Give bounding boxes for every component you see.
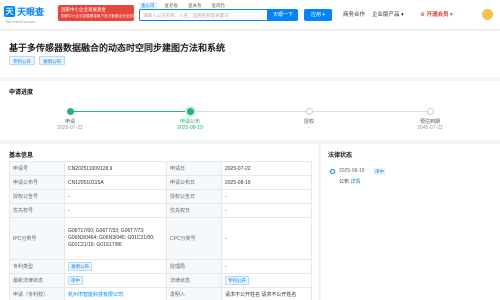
cell-value: - [64, 203, 167, 218]
step-label-grant: 授权 [303, 119, 314, 125]
timeline-detail-link[interactable]: 详情 [350, 179, 360, 185]
cell-value: CN202511009128.9 [64, 161, 167, 176]
step-dot-publish [187, 108, 194, 115]
cell-value: 2025-07-22 [221, 161, 312, 176]
table-row: 优先权号 - 优先权日 - [9, 203, 312, 218]
logo[interactable]: 天 天眼查 TianYanCha.com [4, 4, 44, 26]
cell-key: 申请号 [9, 161, 65, 176]
step-label-publish: 申请公布 [179, 119, 200, 125]
cell-key: 授权公告日 [166, 189, 222, 204]
step-label-expire: 预估到期 [419, 119, 440, 125]
step-date-publish: 2025-08-19 [177, 125, 203, 131]
cell-value: 杭州市智能科技有限公司 [64, 287, 167, 300]
cell-value: - [221, 259, 312, 274]
table-row: 申请公布号 CN120510315A 申请公布日 2025-08-19 [9, 175, 312, 190]
basic-info-card: 基本信息 申请号 CN202511009128.9 申请日 2025-07-22… [0, 144, 318, 300]
cell-value: - [221, 203, 312, 218]
ipc-value: G06T17/00; G06T7/33; G06T7/73; G06N3/046… [64, 217, 167, 260]
law-status-tag: 专利公开 [225, 276, 249, 285]
cell-value: 发明公布 [64, 259, 167, 274]
timeline-status-badge: 审中 [373, 168, 386, 175]
logo-name: 天眼查 [17, 7, 45, 17]
status-badge: 审中 [68, 276, 83, 285]
cell-value: - [221, 189, 312, 204]
search-button[interactable]: 天眼一下 [268, 9, 298, 21]
step-date-apply: 2025-07-22 [57, 125, 83, 131]
page-title: 基于多传感器数据融合的动态时空同步建图方法和系统 [9, 43, 226, 53]
step-dot-expire [427, 108, 434, 115]
table-row: 专利类型 发明公布 授理局 - [9, 259, 312, 274]
nav-business[interactable]: 商务合作 [343, 9, 365, 21]
cell-key: 发明人 [166, 287, 222, 300]
cell-key: 申请公布号 [9, 175, 65, 190]
cell-key: 申请公布日 [166, 175, 222, 190]
title-card: 基于多传感器数据融合的动态时空同步建图方法和系统 专利公开 发明公布 [0, 31, 500, 77]
cell-key: 优先权日 [166, 203, 222, 218]
nav-vip[interactable]: ♛ 开通会员 ▾ [420, 9, 453, 21]
timeline-event: 公布 详情 [339, 178, 360, 185]
promo-line-1: 国家中小企业发展基金 [61, 7, 106, 12]
timeline-event-label: 公布 [339, 179, 350, 185]
cell-value: - [64, 189, 167, 204]
tag-patent-public: 专利公开 [9, 56, 35, 65]
cell-key: CPC分类号 [166, 217, 222, 260]
timeline-dot [330, 169, 335, 174]
logo-mark: 天 [4, 6, 15, 17]
table-row: IPC分类号 G06T17/00; G06T7/33; G06T7/73; G0… [9, 217, 312, 260]
step-dot-grant [306, 108, 313, 115]
crown-icon: ♛ [420, 12, 425, 18]
progress-card: 申请进度 申请 2025-07-22 申请公布 2025-08-19 授权 - … [0, 81, 500, 140]
search-input[interactable]: 请输入公司名称、人名、品牌名称等关键词 [139, 9, 268, 21]
timeline-date: 2025-08-19 [339, 168, 365, 174]
promo-banner[interactable]: 国家中小企业发展基金 国家中小企业发展基金旗下官方备案企业征信机构 [58, 5, 141, 21]
promo-line-2: 国家中小企业发展基金旗下官方备案企业征信机构 [61, 14, 141, 18]
cell-value: 2025-08-19 [221, 175, 312, 190]
cell-key: IPC分类号 [9, 217, 65, 260]
step-dot-apply [67, 108, 74, 115]
progress-line-done [71, 111, 189, 112]
nav-enterprise[interactable]: 企业版产品 ▾ [372, 9, 404, 21]
table-row: 授权公告号 - 授权公告日 - [9, 189, 312, 204]
table-row: 申请号 CN202511009128.9 申请日 2025-07-22 [9, 161, 312, 176]
progress-section-title: 申请进度 [9, 90, 34, 96]
basic-info-title: 基本信息 [9, 153, 34, 159]
cell-key: 申请日 [166, 161, 222, 176]
vip-label: 开通会员 ▾ [426, 12, 453, 18]
patent-type-tag: 发明公布 [68, 262, 92, 271]
cell-key: 专利类型 [9, 259, 65, 274]
top-navbar: 天 天眼查 TianYanCha.com 国家中小企业发展基金 国家中小企业发展… [0, 0, 500, 30]
cpc-value: - [221, 217, 312, 260]
cell-value: CN120510315A [64, 175, 167, 190]
logo-url: TianYanCha.com [5, 19, 36, 24]
basic-info-table: 申请号 CN202511009128.9 申请日 2025-07-22 申请公布… [9, 161, 312, 300]
legal-status-title: 法律状态 [328, 153, 353, 159]
cell-value: 专利公开 [221, 273, 312, 288]
cell-key: 申请（专利权） [9, 287, 65, 300]
step-date-expire: 2045-07-22 [417, 125, 443, 131]
table-row: 最新法律状态 审中 法律状态 专利公开 [9, 273, 312, 288]
step-date-grant: - [308, 125, 310, 131]
cell-value: 审中 [64, 273, 167, 288]
avatar[interactable] [482, 9, 493, 20]
cell-key: 法律状态 [166, 273, 222, 288]
step-label-apply: 申请 [64, 119, 75, 125]
cell-key: 优先权号 [9, 203, 65, 218]
app-menu-button[interactable]: 应用 ▾ [304, 9, 332, 21]
legal-status-card: 法律状态 2025-08-19 审中 公布 详情 [321, 144, 500, 300]
inventor-value: 请求不公开姓名 请求不公开姓名 [221, 287, 312, 300]
cell-key: 最新法律状态 [9, 273, 65, 288]
tag-invention-publication: 发明公布 [39, 56, 65, 65]
cell-key: 授理局 [166, 259, 222, 274]
table-row: 申请（专利权） 杭州市智能科技有限公司 发明人 请求不公开姓名 请求不公开姓名 [9, 287, 312, 300]
applicant-link[interactable]: 杭州市智能科技有限公司 [68, 292, 123, 298]
cell-key: 授权公告号 [9, 189, 65, 204]
